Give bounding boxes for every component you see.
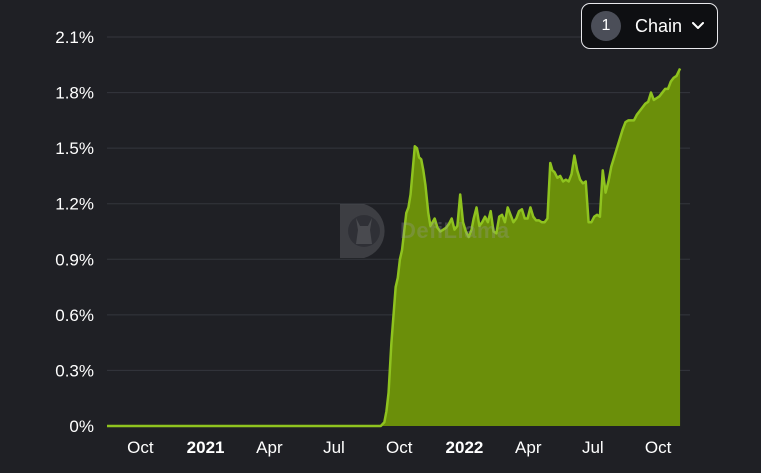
x-tick-label: Oct bbox=[386, 438, 413, 457]
x-tick-label: Jul bbox=[582, 438, 604, 457]
chart: 0% 0.3% 0.6% 0.9% 1.2% 1.5% 1.8% 2.1% Oct 2021 Ap… bbox=[55, 28, 690, 457]
y-tick-label: 2.1% bbox=[55, 28, 94, 47]
x-tick-label: 2022 bbox=[446, 438, 484, 457]
y-tick-label: 0.6% bbox=[55, 306, 94, 325]
x-tick-label: Apr bbox=[515, 438, 542, 457]
chain-count-badge: 1 bbox=[591, 11, 621, 41]
x-axis: Oct 2021 Apr Jul Oct 2022 Apr Jul Oct bbox=[127, 438, 671, 457]
chain-selector-label: Chain bbox=[635, 15, 683, 36]
y-tick-label: 0.9% bbox=[55, 250, 94, 269]
y-axis: 0% 0.3% 0.6% 0.9% 1.2% 1.5% 1.8% 2.1% bbox=[55, 28, 94, 436]
y-tick-label: 0.3% bbox=[55, 361, 94, 380]
x-tick-label: Oct bbox=[127, 438, 154, 457]
y-tick-label: 0% bbox=[69, 417, 94, 436]
y-tick-label: 1.5% bbox=[55, 139, 94, 158]
area-fill bbox=[107, 68, 681, 427]
area-series bbox=[107, 67, 682, 428]
y-tick-label: 1.2% bbox=[55, 195, 94, 214]
chain-selector-button[interactable]: 1 Chain bbox=[581, 3, 718, 49]
x-tick-label: Oct bbox=[645, 438, 672, 457]
x-tick-label: Apr bbox=[256, 438, 283, 457]
x-tick-label: 2021 bbox=[187, 438, 225, 457]
chevron-down-icon bbox=[691, 19, 705, 33]
x-tick-label: Jul bbox=[323, 438, 345, 457]
y-tick-label: 1.8% bbox=[55, 84, 94, 103]
